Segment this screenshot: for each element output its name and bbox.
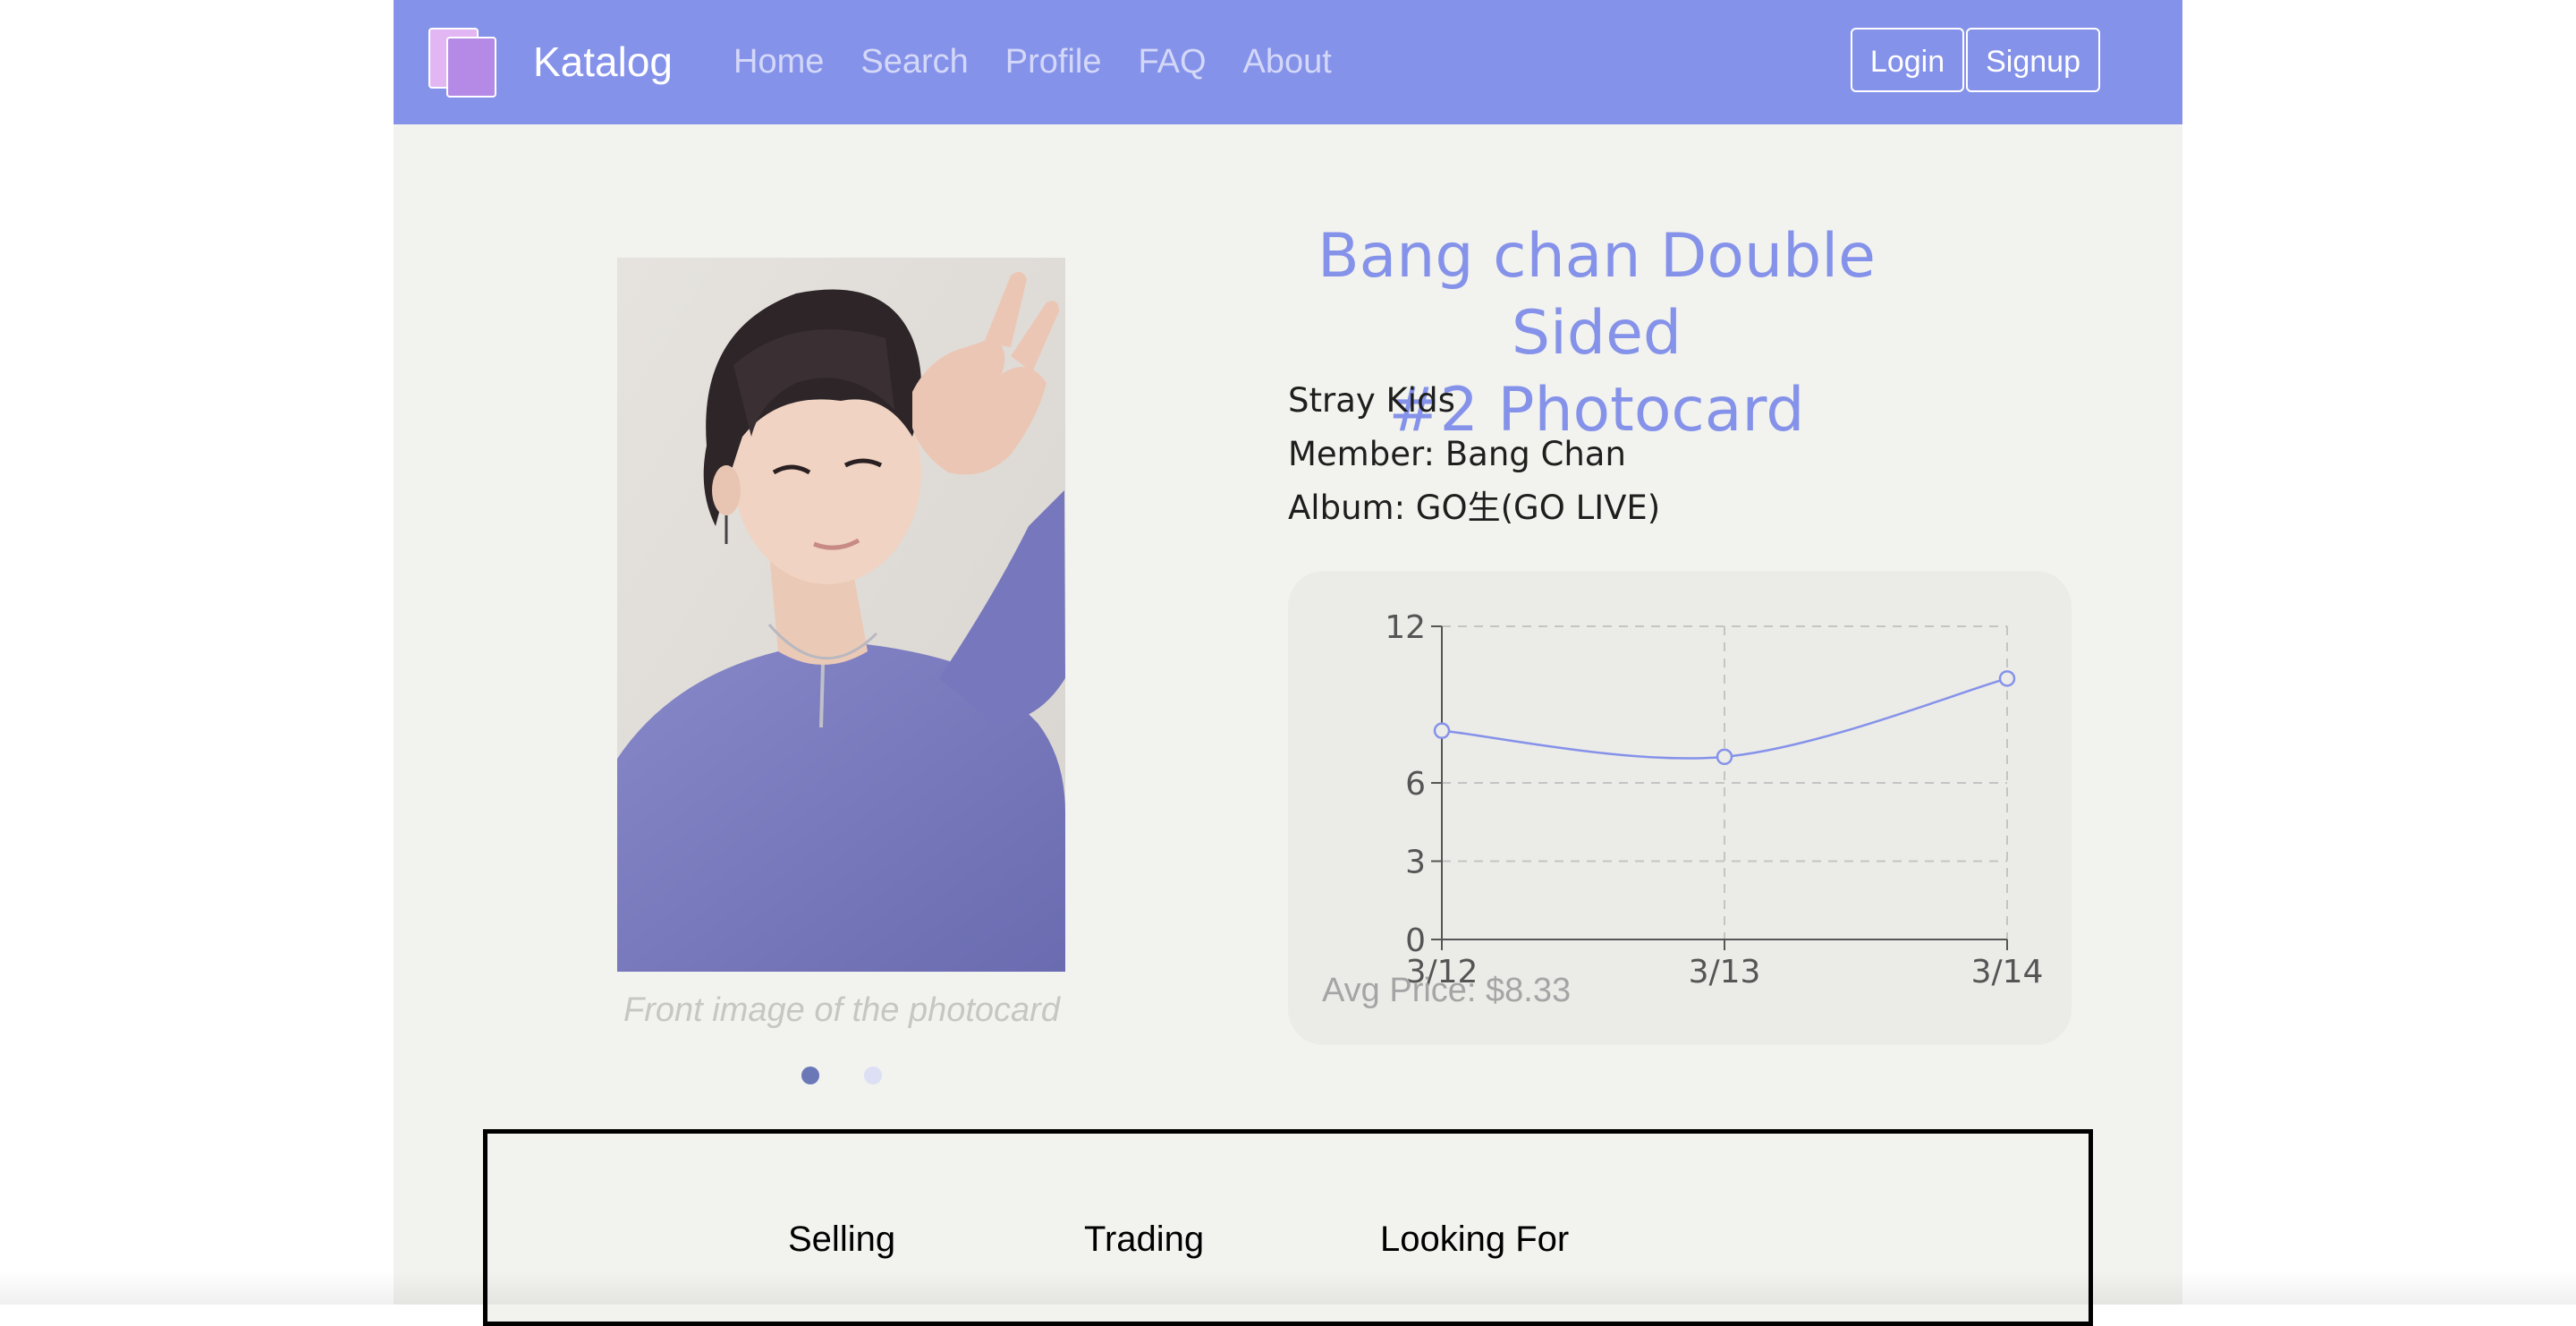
x-tick-label: 3/13 (1689, 954, 1761, 990)
x-tick-label: 3/14 (1971, 954, 2044, 990)
y-tick-label: 12 (1385, 609, 1426, 646)
brand-name[interactable]: Katalog (533, 34, 673, 89)
image-caption: Front image of the photocard (623, 991, 1060, 1029)
data-point (1433, 722, 1451, 739)
nav-link-faq[interactable]: FAQ (1139, 34, 1207, 89)
nav-link-search[interactable]: Search (860, 34, 968, 89)
member-name: Member: Bang Chan (1288, 435, 1626, 473)
y-tick-label: 6 (1405, 766, 1426, 803)
tab-looking-for[interactable]: Looking For (1380, 1220, 1569, 1260)
login-button[interactable]: Login (1850, 28, 1965, 92)
photocard-front-image[interactable] (617, 258, 1065, 972)
signup-button[interactable]: Signup (1966, 28, 2100, 92)
carousel-dot-2[interactable] (864, 1067, 882, 1084)
navbar: Katalog Home Search Profile FAQ About Lo… (394, 0, 2182, 124)
tab-selling[interactable]: Selling (788, 1220, 895, 1260)
page: Katalog Home Search Profile FAQ About Lo… (394, 0, 2182, 1326)
tab-trading[interactable]: Trading (1084, 1220, 1204, 1260)
album-name: Album: GO生(GO LIVE) (1288, 489, 1661, 527)
nav-link-about[interactable]: About (1243, 34, 1332, 89)
data-point (1716, 748, 1733, 766)
y-tick-label: 3 (1405, 845, 1426, 881)
nav-link-home[interactable]: Home (733, 34, 824, 89)
nav-links: Home Search Profile FAQ About (733, 34, 1368, 89)
avg-price: Avg Price: $8.33 (1322, 972, 1572, 1009)
data-point (1998, 670, 2016, 687)
auth-buttons: Login Signup (1850, 28, 2100, 92)
group-name: Stray Kids (1288, 381, 1455, 420)
nav-link-profile[interactable]: Profile (1005, 34, 1102, 89)
katalog-logo-icon[interactable] (428, 27, 499, 98)
listings-panel: Selling Trading Looking For (483, 1129, 2093, 1326)
carousel-dot-1[interactable] (801, 1067, 819, 1084)
product-title-line-1: Bang chan Double Sided (1317, 221, 1877, 369)
price-chart-card: 0 3 6 12 3/12 3/13 3/14 Avg Price: $8.33 (1288, 571, 2072, 1045)
